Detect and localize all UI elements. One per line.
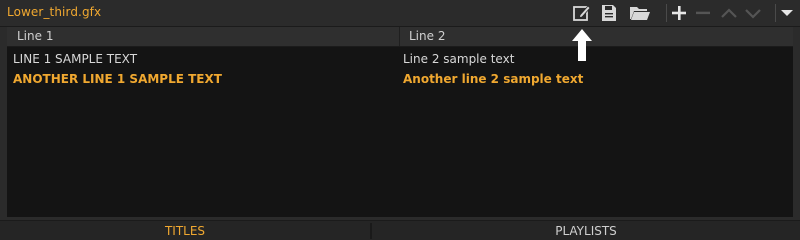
- move-up-button[interactable]: [718, 2, 740, 24]
- save-icon: [602, 5, 616, 21]
- plus-icon: [672, 6, 686, 20]
- column-header-line1[interactable]: Line 1: [17, 29, 53, 43]
- cell-line2: Line 2 sample text: [403, 52, 515, 66]
- open-button[interactable]: [628, 2, 650, 24]
- column-header-line2[interactable]: Line 2: [409, 29, 445, 43]
- table-row[interactable]: LINE 1 SAMPLE TEXT Line 2 sample text: [7, 49, 793, 69]
- cell-line1: LINE 1 SAMPLE TEXT: [13, 52, 138, 66]
- bottom-tabs: TITLES PLAYLISTS: [0, 220, 800, 240]
- tab-playlists[interactable]: PLAYLISTS: [372, 221, 800, 240]
- titles-table: Line 1 Line 2 LINE 1 SAMPLE TEXT Line 2 …: [7, 27, 793, 217]
- move-down-button[interactable]: [742, 2, 764, 24]
- column-divider[interactable]: [399, 27, 400, 46]
- table-header: Line 1 Line 2: [7, 27, 793, 47]
- folder-open-icon: [630, 7, 650, 20]
- edit-button[interactable]: [571, 2, 593, 24]
- remove-button[interactable]: [692, 2, 714, 24]
- file-title: Lower_third.gfx: [7, 5, 102, 19]
- caret-down-icon: [781, 10, 793, 16]
- table-row[interactable]: ANOTHER LINE 1 SAMPLE TEXT Another line …: [7, 69, 793, 89]
- chevron-up-icon: [721, 8, 737, 18]
- annotation-arrow-icon: [572, 29, 592, 61]
- toolbar-separator: [666, 4, 667, 22]
- gfx-panel: Lower_third.gfx Line 1 Line 2 LINE 1 SAM…: [0, 0, 800, 240]
- minus-icon: [696, 11, 710, 15]
- edit-icon: [573, 5, 591, 21]
- chevron-down-icon: [745, 9, 761, 19]
- add-button[interactable]: [668, 2, 690, 24]
- cell-line1: ANOTHER LINE 1 SAMPLE TEXT: [13, 72, 222, 86]
- title-bar: Lower_third.gfx: [0, 0, 800, 27]
- cell-line2: Another line 2 sample text: [403, 72, 584, 86]
- save-button[interactable]: [598, 2, 620, 24]
- menu-button[interactable]: [776, 2, 798, 24]
- tab-titles[interactable]: TITLES: [0, 221, 370, 240]
